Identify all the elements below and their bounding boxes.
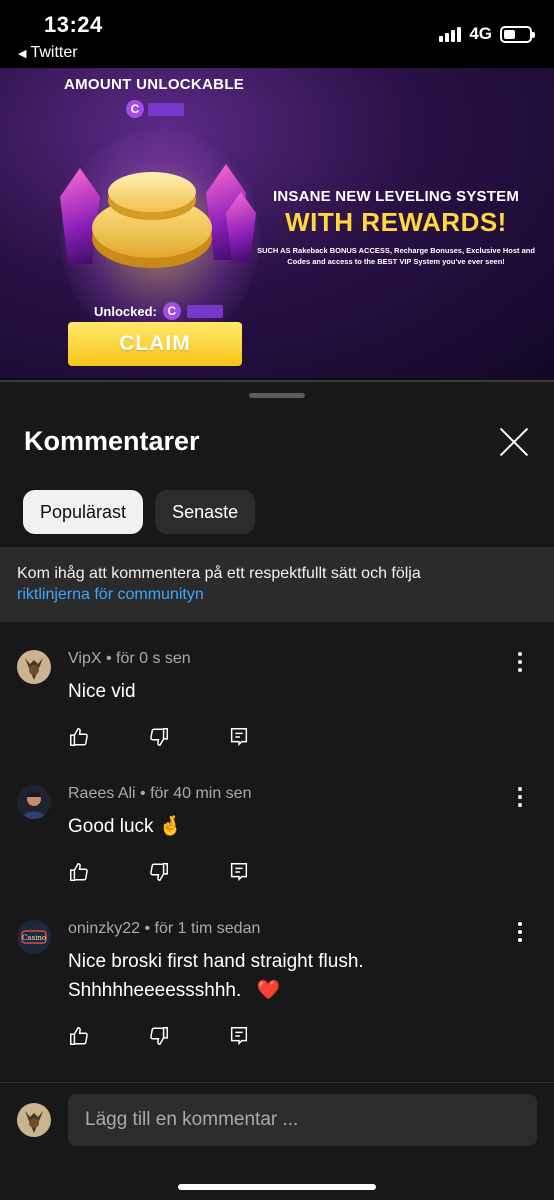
more-vert-icon[interactable] <box>510 920 530 944</box>
video-unlocked-row: Unlocked: C <box>94 302 223 320</box>
thumbs-up-icon <box>70 728 88 746</box>
dislike-button[interactable] <box>148 724 228 750</box>
claim-button[interactable]: CLAIM <box>68 322 242 366</box>
unlocked-label: Unlocked: <box>94 303 157 319</box>
notice-text: Kom ihåg att kommentera på ett respektfu… <box>17 565 421 582</box>
pedestal-top-graphic <box>108 172 196 212</box>
comment-text-row: Nice broski first hand straight flush. S… <box>68 947 488 1006</box>
headline-line-1: INSANE NEW LEVELING SYSTEM <box>272 188 520 205</box>
headline-subtext: SUCH AS Rakeback BONUS ACCESS, Recharge … <box>257 246 535 266</box>
comment-text: Nice vid <box>68 681 136 702</box>
like-button[interactable] <box>68 1023 148 1049</box>
back-arrow-icon: ◀ <box>18 47 27 60</box>
dislike-button[interactable] <box>148 859 228 885</box>
thumbs-down-icon <box>150 863 168 881</box>
thumbs-down-icon <box>150 1027 168 1045</box>
blurred-amount <box>148 102 184 116</box>
comment-meta: Raees Ali • för 40 min sen <box>68 785 252 802</box>
status-bar: 13:24 ◀ Twitter 4G <box>0 0 554 68</box>
comment-meta: VipX • för 0 s sen <box>68 650 191 667</box>
sort-chips: Populärast Senaste <box>23 490 256 534</box>
coin-icon: C <box>162 302 181 320</box>
avatar <box>17 1103 51 1137</box>
video-headline: INSANE NEW LEVELING SYSTEM WITH REWARDS!… <box>256 188 536 267</box>
network-type: 4G <box>469 24 492 43</box>
comment-text-row: Good luck 🤞 <box>68 812 488 841</box>
comments-title: Kommentarer <box>24 426 200 456</box>
home-indicator[interactable] <box>178 1184 376 1190</box>
avatar[interactable] <box>17 785 51 819</box>
more-vert-icon[interactable] <box>510 785 530 809</box>
blurred-amount <box>186 304 223 318</box>
status-time: 13:24 <box>44 12 103 37</box>
thumbs-up-icon <box>70 863 88 881</box>
svg-text:Casino: Casino <box>22 934 46 942</box>
emoji-heart: ❤️ <box>256 980 281 1002</box>
thumbs-down-icon <box>150 728 168 746</box>
like-button[interactable] <box>68 724 148 750</box>
chip-newest[interactable]: Senaste <box>155 490 256 534</box>
comment-actions <box>68 859 308 885</box>
back-app-label: Twitter <box>30 44 78 61</box>
sheet-drag-handle[interactable] <box>249 393 305 398</box>
like-button[interactable] <box>68 859 148 885</box>
video-amount-value: C <box>126 100 184 118</box>
reply-button[interactable] <box>228 1023 308 1049</box>
community-notice: Kom ihåg att kommentera på ett respektfu… <box>0 547 554 622</box>
emoji-crossed-fingers: 🤞 <box>158 816 183 837</box>
comment-meta: oninzky22 • för 1 tim sedan <box>68 920 261 937</box>
reply-icon <box>230 1027 248 1046</box>
comment-text: Good luck <box>68 816 154 837</box>
avatar[interactable]: Casino <box>17 920 51 954</box>
status-indicators: 4G <box>439 24 535 44</box>
comment-text: Nice broski first hand straight flush. S… <box>68 951 364 1002</box>
chip-popular[interactable]: Populärast <box>23 490 144 534</box>
reply-icon <box>230 863 248 882</box>
reply-icon <box>230 728 248 747</box>
video-player[interactable]: AMOUNT UNLOCKABLE C INSANE NEW LEVELING … <box>0 68 554 378</box>
add-comment-input[interactable]: Lägg till en kommentar ... <box>68 1094 537 1146</box>
dislike-button[interactable] <box>148 1023 228 1049</box>
cellular-signal-icon <box>439 26 462 42</box>
community-guidelines-link[interactable]: riktlinjerna för communityn <box>17 585 537 606</box>
reply-button[interactable] <box>228 859 308 885</box>
headline-line-2: WITH REWARDS! <box>285 207 507 237</box>
reply-button[interactable] <box>228 724 308 750</box>
video-amount-label: AMOUNT UNLOCKABLE <box>64 76 245 93</box>
comment-actions <box>68 724 308 750</box>
coin-icon: C <box>126 100 144 118</box>
more-vert-icon[interactable] <box>510 650 530 674</box>
back-to-app-link[interactable]: ◀ Twitter <box>18 44 78 62</box>
add-comment-bar: Lägg till en kommentar ... <box>0 1082 554 1200</box>
battery-icon <box>500 25 535 43</box>
close-icon[interactable] <box>498 426 530 458</box>
comment-actions <box>68 1023 308 1049</box>
comments-sheet: Kommentarer Populärast Senaste Kom ihåg … <box>0 380 554 1200</box>
thumbs-up-icon <box>70 1027 88 1045</box>
avatar[interactable] <box>17 650 51 684</box>
